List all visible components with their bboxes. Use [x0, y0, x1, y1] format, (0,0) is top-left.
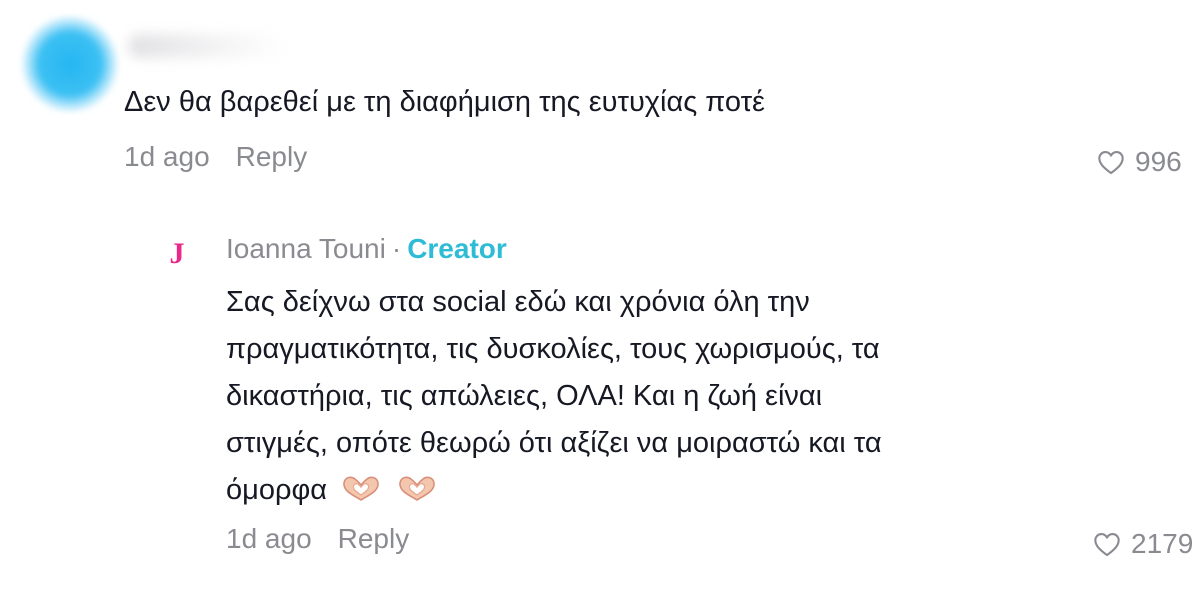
reply-header: Ioanna Touni · Creator	[226, 232, 507, 266]
reply-author[interactable]: Ioanna Touni	[226, 233, 386, 264]
comment-meta: 1d ago Reply	[124, 140, 307, 174]
like-count: 2179	[1131, 528, 1194, 559]
reply-button[interactable]: Reply	[236, 141, 308, 172]
reply-text-line: Σας δείχνω στα social εδώ και χρόνια όλη…	[226, 286, 810, 318]
heart-outline-icon	[1094, 533, 1120, 557]
creator-avatar[interactable]: J	[162, 232, 192, 276]
like-button[interactable]: 996	[1097, 145, 1182, 179]
reply-button[interactable]: Reply	[338, 523, 410, 554]
username-blurred[interactable]	[128, 34, 288, 58]
separator-dot: ·	[391, 233, 402, 264]
comment-timestamp: 1d ago	[124, 141, 210, 172]
heart-outline-icon	[1098, 151, 1124, 175]
like-button[interactable]: 2179	[1093, 527, 1193, 561]
avatar[interactable]	[22, 16, 118, 112]
heart-hands-emoji-icon	[399, 476, 435, 501]
reply-meta: 1d ago Reply	[226, 522, 409, 556]
creator-badge: Creator	[407, 233, 507, 264]
reply-text: Σας δείχνω στα social εδώ και χρόνια όλη…	[226, 279, 1066, 514]
like-count: 996	[1135, 146, 1182, 177]
reply-text-line: στιγμές, οπότε θεωρώ ότι αξίζει να μοιρα…	[226, 427, 882, 459]
reply-text-line-last: όμορφα	[226, 467, 1066, 514]
comment-text: Δεν θα βαρεθεί με τη διαφήμιση της ευτυχ…	[124, 86, 765, 118]
heart-hands-emoji-icon	[343, 476, 379, 501]
reply-text-line: δικαστήρια, τις απώλειες, ΟΛΑ! Και η ζωή…	[226, 380, 823, 412]
reply-text-word: όμορφα	[226, 474, 328, 506]
reply-text-line: πραγματικότητα, τις δυσκολίες, τους χωρι…	[226, 333, 880, 365]
reply-timestamp: 1d ago	[226, 523, 312, 554]
